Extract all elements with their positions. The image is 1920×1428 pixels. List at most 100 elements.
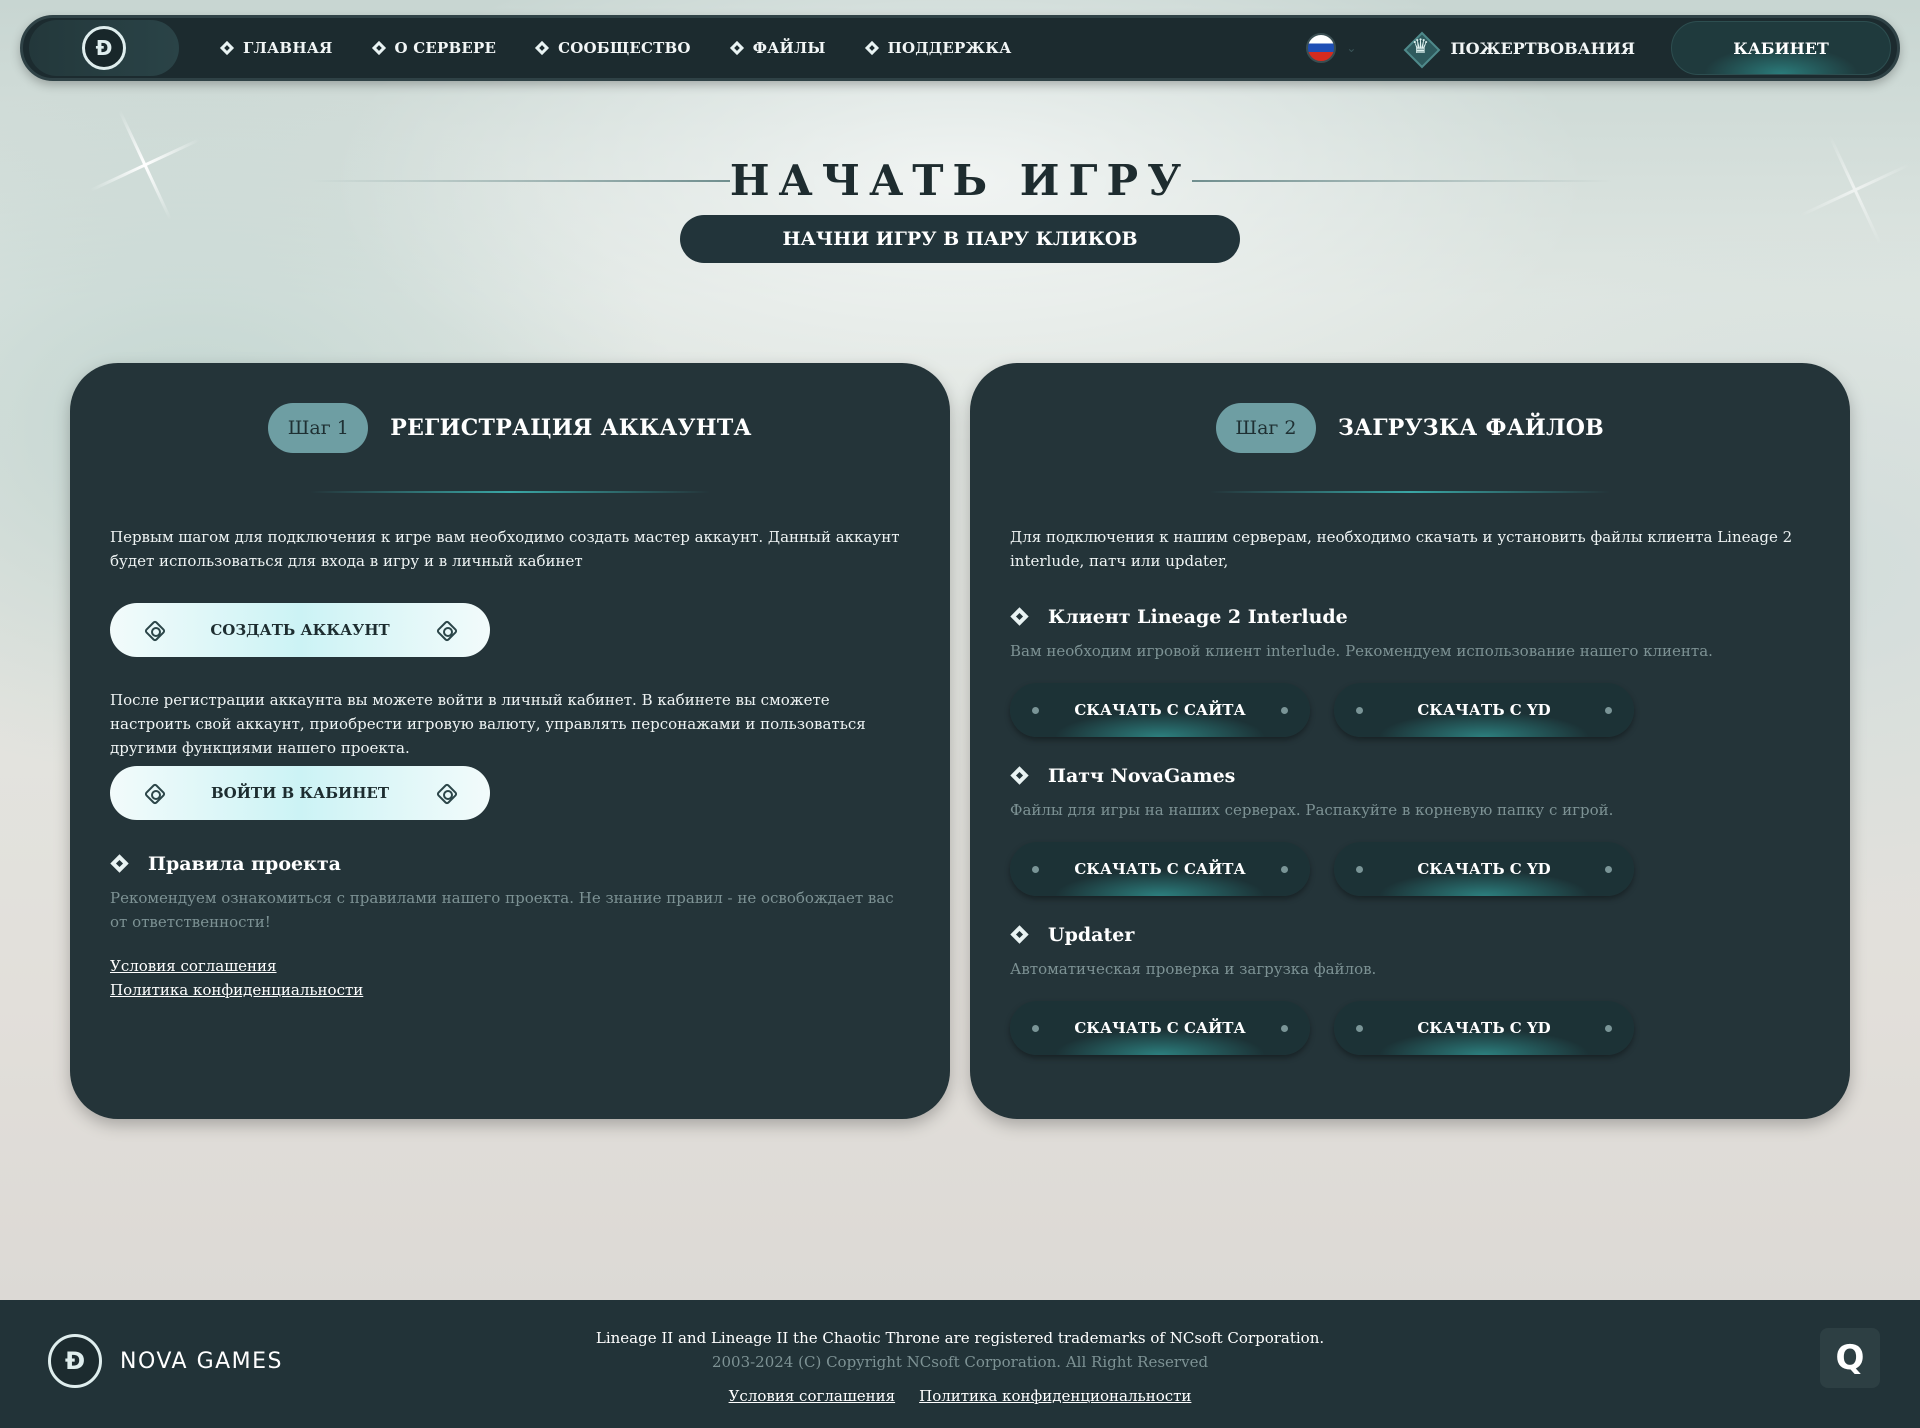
- patch-download-yd-button[interactable]: СКАЧАТЬ С YD: [1334, 842, 1634, 896]
- nav-item-support[interactable]: ПОДДЕРЖКА: [864, 39, 1012, 57]
- nav-item-about-server[interactable]: О СЕРВЕРЕ: [371, 39, 497, 57]
- diamond-gem-icon: [219, 40, 235, 56]
- footer-links: Условия соглашения Политика конфиденцион…: [0, 1384, 1920, 1408]
- footer-terms-link[interactable]: Условия соглашения: [729, 1384, 896, 1408]
- site-logo[interactable]: Đ: [29, 20, 179, 76]
- dot-ornament-icon: [1604, 706, 1612, 714]
- copyright-text: 2003-2024 (C) Copyright NCsoft Corporati…: [711, 1353, 1209, 1371]
- client-heading: Клиент Lineage 2 Interlude: [1010, 606, 1348, 628]
- login-cabinet-label: ВОЙТИ В КАБИНЕТ: [211, 784, 389, 802]
- client-desc: Вам необходим игровой клиент interlude. …: [1010, 642, 1713, 660]
- download-label: СКАЧАТЬ С YD: [1417, 701, 1551, 719]
- nav-item-label: ПОДДЕРЖКА: [887, 39, 1012, 57]
- dot-ornament-icon: [1604, 865, 1612, 873]
- step-badge: Шаг 1: [268, 403, 369, 453]
- diamond-gem-icon: [1010, 925, 1030, 945]
- trademark-text: Lineage II and Lineage II the Chaotic Th…: [595, 1329, 1325, 1347]
- download-label: СКАЧАТЬ С YD: [1417, 860, 1551, 878]
- knot-ornament-icon: [144, 783, 164, 803]
- rules-title: Правила проекта: [148, 853, 341, 875]
- nav-item-files[interactable]: ФАЙЛЫ: [729, 39, 826, 57]
- legal-links: Условия соглашения Политика конфиденциал…: [110, 954, 910, 1002]
- top-navigation-bar: Đ ГЛАВНАЯ О СЕРВЕРЕ СООБЩЕСТВО ФАЙЛЫ ПОД…: [20, 15, 1900, 81]
- chevron-down-icon[interactable]: ⌄: [1346, 41, 1356, 55]
- cabinet-button[interactable]: КАБИНЕТ: [1671, 21, 1891, 75]
- patch-heading: Патч NovaGames: [1010, 765, 1235, 787]
- dot-ornament-icon: [1356, 706, 1363, 714]
- knot-ornament-icon: [436, 783, 456, 803]
- nav-item-community[interactable]: СООБЩЕСТВО: [534, 39, 691, 57]
- create-account-label: СОЗДАТЬ АККАУНТ: [210, 621, 390, 639]
- russia-flag-icon[interactable]: [1306, 33, 1337, 63]
- dot-ornament-icon: [1032, 706, 1039, 714]
- dot-ornament-icon: [1281, 706, 1288, 714]
- dot-ornament-icon: [1281, 865, 1288, 873]
- download-label: СКАЧАТЬ С САЙТА: [1074, 1019, 1246, 1037]
- patch-title: Патч NovaGames: [1048, 765, 1236, 787]
- step-badge: Шаг 2: [1215, 403, 1316, 453]
- cabinet-info-text: После регистрации аккаунта вы можете вой…: [110, 691, 866, 757]
- privacy-link[interactable]: Политика конфиденциальности: [110, 978, 910, 1002]
- step2-header: Шаг 2 ЗАГРУЗКА ФАЙЛОВ: [970, 403, 1850, 453]
- download-intro-text: Для подключения к нашим серверам, необхо…: [1010, 528, 1793, 570]
- nav-item-label: СООБЩЕСТВО: [558, 39, 691, 57]
- diamond-gem-icon: [1010, 607, 1030, 627]
- footer-privacy-link[interactable]: Политика конфиденциональности: [919, 1384, 1191, 1408]
- panel-divider: [310, 491, 710, 493]
- footer-legal: Lineage II and Lineage II the Chaotic Th…: [0, 1326, 1920, 1408]
- nav-links: ГЛАВНАЯ О СЕРВЕРЕ СООБЩЕСТВО ФАЙЛЫ ПОДДЕ…: [219, 39, 1012, 57]
- download-label: СКАЧАТЬ С САЙТА: [1074, 701, 1246, 719]
- diamond-gem-icon: [110, 854, 130, 874]
- download-label: СКАЧАТЬ С САЙТА: [1074, 860, 1246, 878]
- step1-registration-panel: Шаг 1 РЕГИСТРАЦИЯ АККАУНТА Первым шагом …: [70, 363, 950, 1119]
- knot-ornament-icon: [144, 620, 164, 640]
- donate-link[interactable]: ПОЖЕРТВОВАНИЯ: [1402, 30, 1635, 66]
- dot-ornament-icon: [1356, 1024, 1363, 1032]
- patch-download-site-button[interactable]: СКАЧАТЬ С САЙТА: [1010, 842, 1310, 896]
- nav-item-label: ГЛАВНАЯ: [243, 39, 333, 57]
- step1-header: Шаг 1 РЕГИСТРАЦИЯ АККАУНТА: [70, 403, 950, 453]
- updater-desc: Автоматическая проверка и загрузка файло…: [1010, 960, 1377, 978]
- crown-icon: [1402, 30, 1438, 66]
- dot-ornament-icon: [1356, 865, 1363, 873]
- patch-desc: Файлы для игры на наших серверах. Распак…: [1010, 801, 1614, 819]
- step2-download-panel: Шаг 2 ЗАГРУЗКА ФАЙЛОВ Для подключения к …: [970, 363, 1850, 1119]
- terms-link[interactable]: Условия соглашения: [110, 954, 910, 978]
- rules-text: Рекомендуем ознакомиться с правилами наш…: [110, 889, 894, 931]
- nav-item-label: ФАЙЛЫ: [752, 39, 826, 57]
- rules-heading: Правила проекта: [110, 853, 341, 875]
- logo-icon: Đ: [82, 26, 126, 70]
- client-download-yd-button[interactable]: СКАЧАТЬ С YD: [1334, 683, 1634, 737]
- dot-ornament-icon: [1281, 1024, 1288, 1032]
- panel-divider: [1210, 491, 1610, 493]
- partner-logo-icon[interactable]: Q: [1820, 1328, 1880, 1388]
- download-label: СКАЧАТЬ С YD: [1417, 1019, 1551, 1037]
- dot-ornament-icon: [1604, 1024, 1612, 1032]
- updater-title: Updater: [1048, 924, 1135, 946]
- client-download-site-button[interactable]: СКАЧАТЬ С САЙТА: [1010, 683, 1310, 737]
- create-account-button[interactable]: СОЗДАТЬ АККАУНТ: [110, 603, 490, 657]
- nav-item-home[interactable]: ГЛАВНАЯ: [219, 39, 333, 57]
- donate-label: ПОЖЕРТВОВАНИЯ: [1450, 38, 1635, 58]
- client-title: Клиент Lineage 2 Interlude: [1048, 606, 1348, 628]
- diamond-gem-icon: [1010, 766, 1030, 786]
- site-footer: Đ NOVA GAMES Lineage II and Lineage II t…: [0, 1300, 1920, 1428]
- page-title: НАЧАТЬ ИГРУ: [729, 156, 1191, 205]
- diamond-gem-icon: [534, 40, 550, 56]
- registration-intro-text: Первым шагом для подключения к игре вам …: [110, 528, 900, 570]
- knot-ornament-icon: [436, 620, 456, 640]
- updater-download-yd-button[interactable]: СКАЧАТЬ С YD: [1334, 1001, 1634, 1055]
- updater-download-site-button[interactable]: СКАЧАТЬ С САЙТА: [1010, 1001, 1310, 1055]
- dot-ornament-icon: [1032, 1024, 1039, 1032]
- dot-ornament-icon: [1032, 865, 1039, 873]
- page-subtitle-badge: НАЧНИ ИГРУ В ПАРУ КЛИКОВ: [680, 215, 1240, 263]
- diamond-gem-icon: [729, 40, 745, 56]
- nav-right-group: ⌄ ПОЖЕРТВОВАНИЯ КАБИНЕТ: [1306, 21, 1897, 75]
- diamond-gem-icon: [371, 40, 387, 56]
- diamond-gem-icon: [864, 40, 880, 56]
- step-title: РЕГИСТРАЦИЯ АККАУНТА: [390, 415, 752, 441]
- nav-item-label: О СЕРВЕРЕ: [394, 39, 497, 57]
- step-title: ЗАГРУЗКА ФАЙЛОВ: [1337, 415, 1605, 441]
- updater-heading: Updater: [1010, 924, 1134, 946]
- login-cabinet-button[interactable]: ВОЙТИ В КАБИНЕТ: [110, 766, 490, 820]
